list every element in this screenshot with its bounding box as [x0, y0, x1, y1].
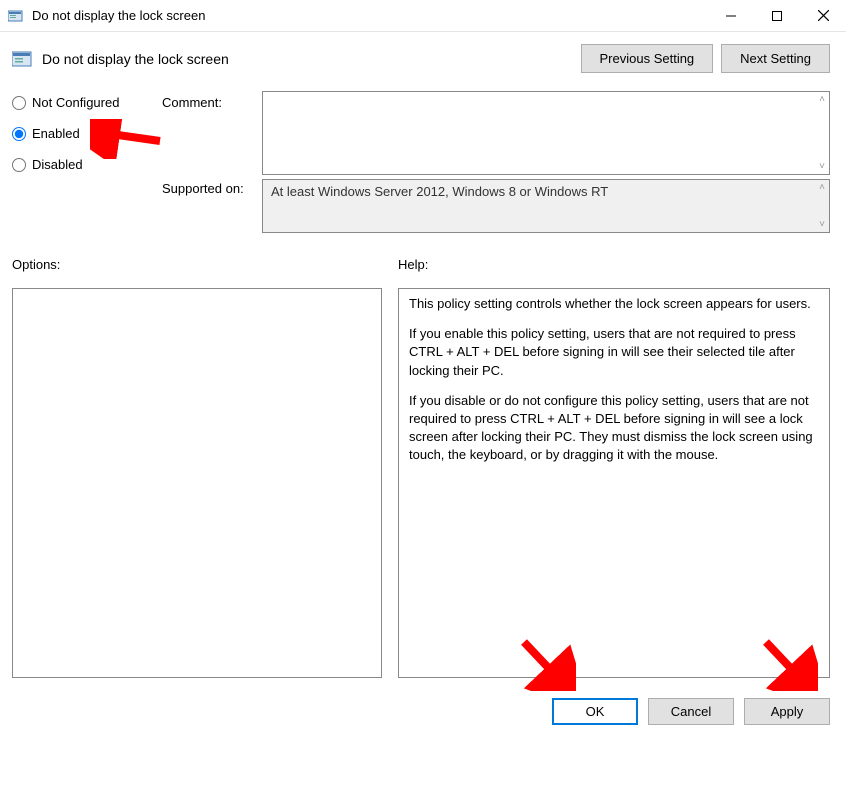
dialog-footer: OK Cancel Apply [0, 686, 846, 725]
scroll-up-icon: ˄ [819, 94, 825, 105]
help-paragraph: This policy setting controls whether the… [409, 295, 819, 313]
radio-enabled[interactable]: Enabled [12, 126, 162, 141]
titlebar: Do not display the lock screen [0, 0, 846, 32]
scroll-down-icon: ˅ [819, 219, 825, 230]
radio-label: Enabled [32, 126, 80, 141]
comment-textarea[interactable]: ˄ ˅ [262, 91, 830, 175]
cancel-button[interactable]: Cancel [648, 698, 734, 725]
minimize-button[interactable] [708, 0, 754, 31]
radio-not-configured[interactable]: Not Configured [12, 95, 162, 110]
next-setting-button[interactable]: Next Setting [721, 44, 830, 73]
options-box [12, 288, 382, 678]
supported-on-box: At least Windows Server 2012, Windows 8 … [262, 179, 830, 233]
radio-not-configured-input[interactable] [12, 96, 26, 110]
supported-on-text: At least Windows Server 2012, Windows 8 … [271, 184, 608, 199]
radio-label: Disabled [32, 157, 83, 172]
supported-on-label: Supported on: [162, 175, 262, 196]
policy-icon [12, 48, 34, 70]
previous-setting-button[interactable]: Previous Setting [581, 44, 714, 73]
radio-enabled-input[interactable] [12, 127, 26, 141]
help-label: Help: [398, 257, 830, 272]
options-label: Options: [12, 257, 382, 272]
maximize-button[interactable] [754, 0, 800, 31]
help-paragraph: If you enable this policy setting, users… [409, 325, 819, 380]
radio-label: Not Configured [32, 95, 119, 110]
radio-disabled[interactable]: Disabled [12, 157, 162, 172]
policy-icon [8, 8, 24, 24]
policy-title: Do not display the lock screen [42, 51, 581, 67]
window-controls [708, 0, 846, 31]
header-row: Do not display the lock screen Previous … [12, 44, 830, 73]
help-paragraph: If you disable or do not configure this … [409, 392, 819, 465]
close-button[interactable] [800, 0, 846, 31]
window-title: Do not display the lock screen [32, 8, 708, 23]
apply-button[interactable]: Apply [744, 698, 830, 725]
ok-button[interactable]: OK [552, 698, 638, 725]
comment-label: Comment: [162, 91, 262, 110]
scroll-up-icon: ˄ [819, 182, 825, 193]
scroll-down-icon: ˅ [819, 161, 825, 172]
help-box: This policy setting controls whether the… [398, 288, 830, 678]
radio-disabled-input[interactable] [12, 158, 26, 172]
state-radios: Not Configured Enabled Disabled [12, 91, 162, 188]
